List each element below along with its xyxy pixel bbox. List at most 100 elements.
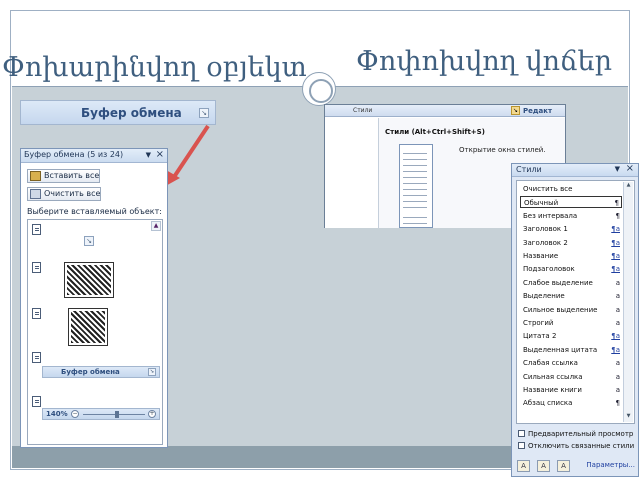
- style-item-label: Заголовок 2: [523, 238, 568, 247]
- style-item-label: Сильное выделение: [523, 305, 598, 314]
- zoom-out-icon: −: [71, 410, 79, 418]
- styles-pane-title: Стили: [516, 165, 542, 174]
- styles-pane-header: Стили ▼ ×: [512, 163, 638, 177]
- word-item-icon: [32, 224, 41, 235]
- style-type-icon: a: [615, 386, 620, 394]
- clipboard-pane-title: Буфер обмена (5 из 24): [24, 150, 124, 159]
- manage-styles-icon[interactable]: A: [557, 460, 570, 472]
- preview-label: Предварительный просмотр: [528, 430, 634, 438]
- style-item[interactable]: Сильное выделение a: [520, 304, 622, 316]
- zoom-knob: [115, 411, 119, 418]
- mini-ribbon-label: Буфер обмена: [61, 368, 120, 376]
- tooltip-title: Стили (Alt+Ctrl+Shift+S): [385, 128, 485, 136]
- scroll-up-icon[interactable]: ▲: [151, 221, 161, 231]
- styles-mini-preview: [399, 144, 433, 228]
- style-item[interactable]: Заголовок 1 ¶a: [520, 223, 622, 235]
- style-item[interactable]: Обычный ¶: [520, 196, 622, 209]
- options-link[interactable]: Параметры...: [586, 461, 635, 469]
- close-icon[interactable]: ×: [626, 163, 634, 174]
- word-item-icon: [32, 262, 41, 273]
- clipboard-ribbon-item[interactable]: Буфер обмена ↘: [42, 366, 160, 378]
- clear-icon: [30, 189, 41, 199]
- word-item-icon: [32, 308, 41, 319]
- clipboard-hint: Выберите вставляемый объект:: [27, 207, 162, 216]
- new-style-icon[interactable]: A: [517, 460, 530, 472]
- style-item[interactable]: Слабая ссылка a: [520, 357, 622, 369]
- styles-list[interactable]: Очистить все Обычный ¶ Без интервала ¶ Заголо…: [516, 180, 635, 424]
- style-type-icon: a: [615, 278, 620, 287]
- clear-all-button[interactable]: Очистить все: [27, 187, 102, 201]
- style-type-icon: ¶a: [611, 252, 620, 260]
- style-type-icon: ¶a: [611, 238, 620, 247]
- style-item-label: Сильная ссылка: [523, 372, 583, 381]
- style-item[interactable]: Слабое выделение a: [520, 277, 622, 289]
- style-item[interactable]: Очистить все: [520, 183, 622, 195]
- editing-tab-label: Редакт: [523, 107, 553, 115]
- pane-menu-icon[interactable]: ▼: [615, 165, 620, 173]
- zoom-slider-item[interactable]: 140% − +: [42, 408, 160, 420]
- clipboard-image-item[interactable]: [68, 308, 108, 346]
- clipboard-task-pane: Буфер обмена (5 из 24) ▼ × Вставить все …: [20, 148, 168, 448]
- clipboard-image-item[interactable]: [64, 262, 114, 298]
- preview-checkbox[interactable]: Предварительный просмотр: [518, 430, 633, 438]
- word-item-icon: [32, 396, 41, 407]
- style-inspector-icon[interactable]: A: [537, 460, 550, 472]
- linked-styles-label: Отключить связанные стили: [528, 442, 635, 450]
- close-icon[interactable]: ×: [156, 149, 164, 160]
- style-item[interactable]: Без интервала ¶: [520, 210, 622, 222]
- linked-styles-checkbox[interactable]: Отключить связанные стили: [518, 442, 634, 450]
- paste-all-button[interactable]: Вставить все: [27, 169, 101, 183]
- style-item[interactable]: Цитата 2 ¶a: [520, 330, 622, 342]
- document-page: [325, 118, 379, 228]
- clipboard-items-list[interactable]: ▲ ↘ Буфер обмена ↘ 140% − +: [27, 219, 163, 445]
- style-item[interactable]: Строгий a: [520, 317, 622, 329]
- paste-icon: [30, 171, 41, 181]
- styles-launcher-icon[interactable]: ↘: [511, 106, 520, 115]
- style-item-label: Название: [523, 252, 559, 260]
- pane-menu-icon[interactable]: ▼: [146, 151, 151, 159]
- slide-title-right: Փոփոխվող վոճեր: [356, 46, 613, 77]
- style-item[interactable]: Название книги a: [520, 384, 622, 396]
- scroll-up-icon[interactable]: ▲: [624, 182, 633, 191]
- style-item-label: Строгий: [523, 319, 554, 327]
- style-type-icon: a: [615, 305, 620, 314]
- zoom-in-icon: +: [148, 410, 156, 418]
- style-item-label: Выделенная цитата: [523, 345, 598, 354]
- styles-task-pane: Стили ▼ × Очистить все Обычный ¶ Без интерв…: [511, 163, 639, 477]
- scroll-down-icon[interactable]: ▼: [624, 413, 633, 422]
- style-type-icon: a: [615, 359, 620, 368]
- style-type-icon: a: [615, 372, 620, 381]
- styles-scrollbar[interactable]: ▲ ▼: [623, 182, 633, 422]
- item-thumbnail-icon: ↘: [84, 236, 94, 246]
- word-ribbon-strip: Стили ↘ Редакт: [325, 105, 565, 117]
- style-type-icon: ¶: [614, 199, 619, 208]
- paste-all-label: Вставить все: [44, 171, 100, 180]
- style-item-label: Очистить все: [523, 185, 573, 193]
- red-arrow-icon: [162, 124, 210, 188]
- zoom-percent: 140%: [46, 410, 68, 418]
- style-item[interactable]: Подзаголовок ¶a: [520, 263, 622, 275]
- zoom-track: [83, 414, 145, 415]
- style-item[interactable]: Выделенная цитата ¶a: [520, 344, 622, 356]
- style-item[interactable]: Сильная ссылка a: [520, 371, 622, 383]
- style-item-label: Выделение: [523, 292, 565, 301]
- style-item-label: Слабая ссылка: [523, 359, 578, 368]
- style-item[interactable]: Заголовок 2 ¶a: [520, 237, 622, 249]
- style-type-icon: ¶a: [611, 345, 620, 354]
- clipboard-ribbon-label: Буфер обмена: [81, 106, 182, 120]
- style-item[interactable]: Название ¶a: [520, 250, 622, 262]
- style-item-label: Обычный: [524, 199, 559, 208]
- style-item-label: Заголовок 1: [523, 225, 568, 234]
- style-item[interactable]: Выделение a: [520, 290, 622, 302]
- style-type-icon: a: [615, 292, 620, 301]
- tooltip-text: Открытие окна стилей.: [459, 146, 546, 154]
- dialog-launcher-icon: ↘: [148, 368, 156, 376]
- word-item-icon: [32, 352, 41, 363]
- style-item[interactable]: Абзац списка ¶: [520, 397, 622, 409]
- style-type-icon: ¶a: [611, 265, 620, 274]
- style-item-label: Подзаголовок: [523, 265, 575, 274]
- style-type-icon: ¶: [615, 211, 620, 220]
- styles-group-label: Стили: [353, 107, 373, 114]
- dialog-launcher-icon[interactable]: ↘: [199, 108, 209, 118]
- slide-title-left: Փոխարինվող օբյեկտ: [2, 52, 307, 83]
